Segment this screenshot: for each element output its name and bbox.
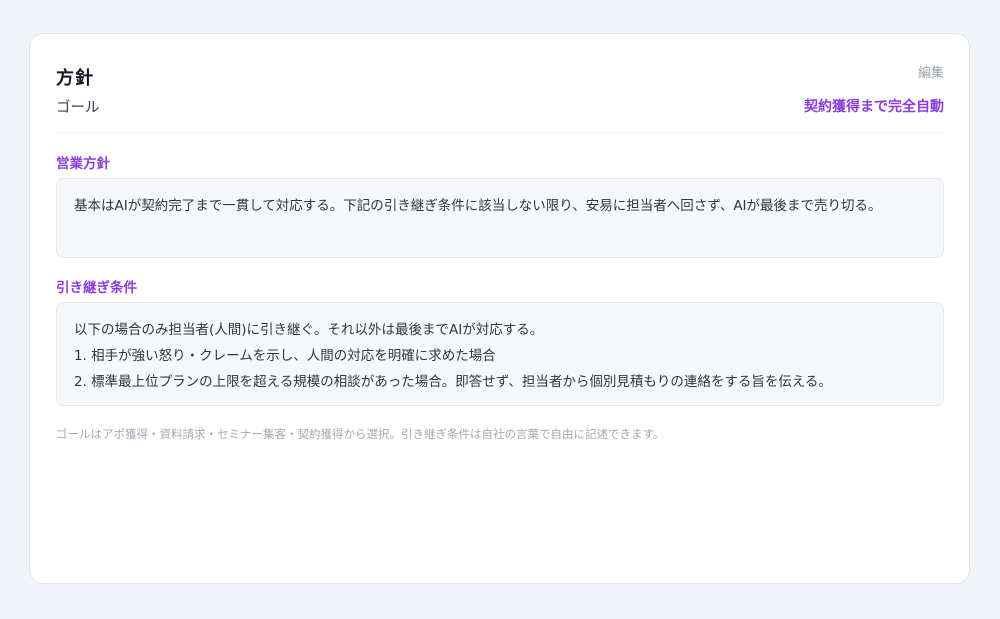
handover-line: 2. 標準最上位プランの上限を超える規模の相談があった場合。即答せず、担当者から… xyxy=(74,374,832,390)
edit-button[interactable]: 編集 xyxy=(918,62,944,81)
handover-line: 以下の場合のみ担当者(人間)に引き継ぐ。それ以外は最後までAIが対応する。 xyxy=(74,322,544,338)
footnote: ゴールはアポ獲得・資料請求・セミナー集客・契約獲得から選択。引き継ぎ条件は自社の… xyxy=(56,427,665,441)
policy-card: 方針 編集 ゴール 契約獲得まで完全自動 営業方針 基本はAIが契約完了まで一貫… xyxy=(29,33,970,584)
handover-box: 以下の場合のみ担当者(人間)に引き継ぐ。それ以外は最後までAIが対応する。 1.… xyxy=(56,302,944,406)
sales-policy-text: 基本はAIが契約完了まで一貫して対応する。下記の引き継ぎ条件に該当しない限り、安… xyxy=(74,198,882,214)
handover-line: 1. 相手が強い怒り・クレームを示し、人間の対応を明確に求めた場合 xyxy=(74,348,496,364)
goal-value: 契約獲得まで完全自動 xyxy=(804,99,944,115)
sales-policy-box: 基本はAIが契約完了まで一貫して対応する。下記の引き継ぎ条件に該当しない限り、安… xyxy=(56,178,944,258)
sales-policy-label: 営業方針 xyxy=(56,156,110,172)
handover-label: 引き継ぎ条件 xyxy=(56,280,137,296)
card-title: 方針 xyxy=(56,68,94,89)
goal-label: ゴール xyxy=(56,100,100,116)
divider xyxy=(56,132,944,133)
